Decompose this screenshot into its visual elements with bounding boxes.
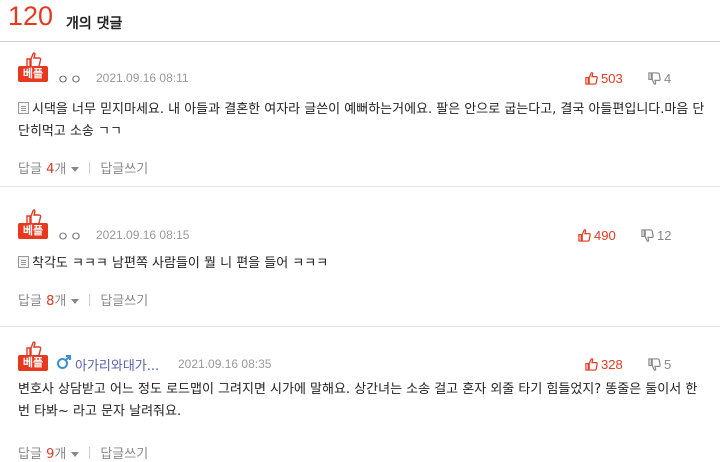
- downvote-count: 4: [664, 71, 672, 86]
- author-name[interactable]: ㅇㅇ: [57, 69, 83, 88]
- comment-item: 베플 ㅇㅇ 2021.09.16 08:15 490 12 착각도 ㅋㅋㅋ 남편…: [0, 187, 720, 327]
- upvote-button[interactable]: 503: [585, 71, 623, 86]
- memo-icon: [18, 102, 29, 114]
- comment-count: 120: [8, 1, 54, 31]
- thumbs-up-icon: [578, 229, 591, 242]
- reply-bar: 답글 9개 답글쓰기: [18, 443, 148, 462]
- comment-body: 시댁을 너무 믿지마세요. 내 아들과 결혼한 여자라 글쓴이 예뻐하는거에요.…: [18, 102, 705, 139]
- downvote-button[interactable]: 12: [641, 228, 671, 243]
- comment-body: 착각도 ㅋㅋㅋ 남편쪽 사람들이 뭘 니 편을 들어 ㅋㅋㅋ: [18, 253, 708, 275]
- reply-toggle[interactable]: 답글 4개: [18, 162, 80, 177]
- divider: [89, 294, 91, 306]
- thumbs-up-icon: [585, 358, 598, 371]
- downvote-count: 5: [664, 357, 672, 372]
- reply-bar: 답글 4개 답글쓰기: [18, 158, 148, 177]
- comments-header: 120 개의 댓글: [0, 0, 720, 42]
- divider: [89, 447, 91, 459]
- comment-item: 베플 ㅇㅇ 2021.09.16 08:11 503 4 시댁을 너무 믿지마세…: [0, 42, 720, 187]
- upvote-count: 328: [601, 357, 623, 372]
- comment-date: 2021.09.16 08:35: [178, 357, 272, 371]
- reply-toggle[interactable]: 답글 8개: [18, 294, 80, 309]
- write-reply-link[interactable]: 답글쓰기: [100, 162, 148, 177]
- upvote-count: 503: [601, 71, 623, 86]
- comment-date: 2021.09.16 08:11: [96, 71, 189, 85]
- upvote-count: 490: [594, 228, 616, 243]
- reply-bar: 답글 8개 답글쓰기: [18, 290, 148, 309]
- chevron-down-icon: [71, 452, 80, 457]
- write-reply-link[interactable]: 답글쓰기: [100, 447, 148, 462]
- reply-toggle[interactable]: 답글 9개: [18, 447, 80, 462]
- downvote-button[interactable]: 4: [648, 71, 671, 86]
- comment-body: 변호사 상담받고 어느 정도 로드맵이 그려지면 시가에 말해요. 상간녀는 소…: [18, 382, 698, 419]
- author-name[interactable]: 아가리와대가...: [75, 355, 159, 374]
- thumbs-down-icon: [641, 229, 654, 242]
- upvote-button[interactable]: 328: [585, 357, 623, 372]
- male-icon: [57, 355, 71, 369]
- chevron-down-icon: [71, 299, 80, 304]
- author-name[interactable]: ㅇㅇ: [57, 226, 83, 245]
- downvote-button[interactable]: 5: [648, 357, 671, 372]
- write-reply-link[interactable]: 답글쓰기: [100, 294, 148, 309]
- divider: [89, 162, 91, 174]
- comment-date: 2021.09.16 08:15: [96, 228, 190, 242]
- comment-item: 베플 아가리와대가... 2021.09.16 08:35 328 5 변호사 …: [0, 327, 720, 462]
- memo-icon: [18, 256, 29, 268]
- comment-count-label: 개의 댓글: [66, 16, 123, 32]
- chevron-down-icon: [71, 167, 80, 172]
- thumbs-down-icon: [648, 358, 661, 371]
- downvote-count: 12: [657, 228, 672, 243]
- upvote-button[interactable]: 490: [578, 228, 616, 243]
- thumbs-up-icon: [585, 72, 598, 85]
- thumbs-down-icon: [648, 72, 661, 85]
